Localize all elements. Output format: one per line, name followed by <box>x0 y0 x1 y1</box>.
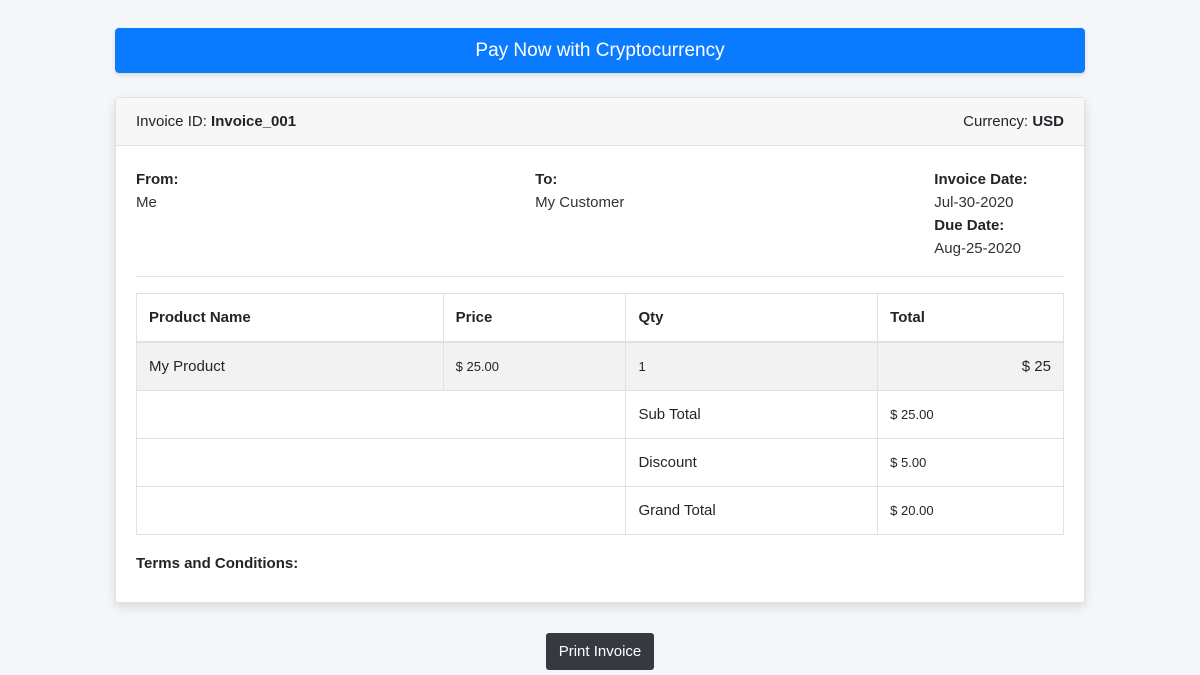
due-date-label: Due Date: <box>934 217 1005 234</box>
from-label: From: <box>136 171 179 188</box>
invoice-id-label: Invoice ID: <box>136 113 212 130</box>
pay-now-crypto-button[interactable]: Pay Now with Cryptocurrency <box>115 28 1085 73</box>
from-section: From: Me <box>136 168 535 260</box>
column-header: Total <box>877 293 1064 343</box>
invoice-container: Pay Now with Cryptocurrency Invoice ID: … <box>115 28 1085 603</box>
print-invoice-button[interactable]: Print Invoice <box>546 633 654 670</box>
column-header: Product Name <box>136 293 444 343</box>
to-value: My Customer <box>535 194 625 211</box>
invoice-card-body: From: Me To: My Customer Invoice Date: J… <box>116 146 1084 602</box>
discount-label: Discount <box>625 438 879 487</box>
empty-cell <box>135 390 627 439</box>
invoice-id-value: Invoice_001 <box>211 113 297 130</box>
empty-cell <box>135 486 627 535</box>
subtotal-row: Sub Total $ 25.00 <box>135 390 1064 439</box>
product-name-cell: My Product <box>136 341 444 391</box>
invoice-items-table: Product Name Price Qty Total My Product … <box>135 293 1064 535</box>
invoice-card-header: Invoice ID: Invoice_001 Currency: USD <box>116 98 1084 146</box>
from-value: Me <box>136 194 157 211</box>
price-cell: $ 25.00 <box>442 341 627 391</box>
dates-section: Invoice Date: Jul-30-2020 Due Date: Aug-… <box>934 168 1064 260</box>
discount-row: Discount $ 5.00 <box>135 438 1064 487</box>
currency-label: Currency: <box>963 113 1033 130</box>
invoice-parties: From: Me To: My Customer Invoice Date: J… <box>136 168 1064 277</box>
table-row: My Product $ 25.00 1 $ 25 <box>136 341 1064 391</box>
column-header: Price <box>442 293 627 343</box>
empty-cell <box>135 438 627 487</box>
grand-total-value: $ 20.00 <box>877 486 1064 535</box>
invoice-id: Invoice ID: Invoice_001 <box>136 113 296 130</box>
to-label: To: <box>535 171 558 188</box>
to-section: To: My Customer <box>535 168 934 260</box>
subtotal-label: Sub Total <box>625 390 879 439</box>
grand-total-label: Grand Total <box>625 486 879 535</box>
discount-value: $ 5.00 <box>877 438 1064 487</box>
invoice-card: Invoice ID: Invoice_001 Currency: USD Fr… <box>115 97 1085 603</box>
table-header-row: Product Name Price Qty Total <box>136 293 1064 343</box>
currency-value: USD <box>1032 113 1064 130</box>
qty-cell: 1 <box>625 341 879 391</box>
subtotal-value: $ 25.00 <box>877 390 1064 439</box>
total-cell: $ 25 <box>877 341 1064 391</box>
invoice-date-label: Invoice Date: <box>934 171 1028 188</box>
invoice-date-value: Jul-30-2020 <box>934 194 1014 211</box>
due-date-value: Aug-25-2020 <box>934 240 1022 257</box>
grand-total-row: Grand Total $ 20.00 <box>135 486 1064 535</box>
terms-and-conditions-label: Terms and Conditions: <box>136 555 299 572</box>
currency: Currency: USD <box>963 113 1064 130</box>
column-header: Qty <box>625 293 879 343</box>
